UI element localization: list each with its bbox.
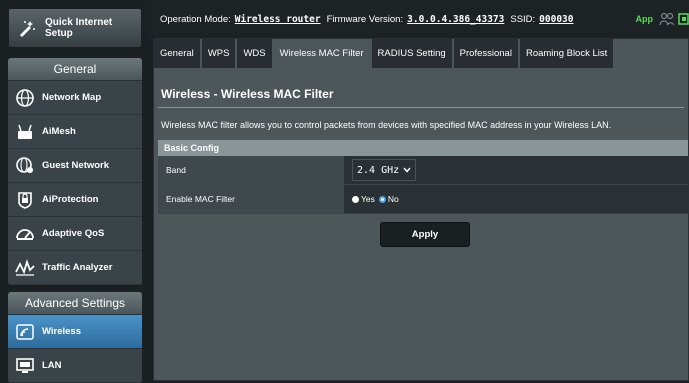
sidebar-item-traffic-analyzer[interactable]: Traffic Analyzer	[8, 251, 142, 285]
mac-filter-row: Enable MAC Filter Yes No	[158, 185, 688, 214]
sidebar-item-label: Wireless	[42, 326, 81, 337]
gauge-icon	[14, 223, 36, 245]
analyzer-icon	[14, 257, 36, 279]
advanced-header: Advanced Settings	[8, 292, 142, 315]
tab-wps[interactable]: WPS	[201, 39, 238, 68]
app-link[interactable]: App	[636, 14, 654, 24]
radio-unselected-icon	[352, 195, 359, 203]
ssid-link[interactable]: 000030	[539, 14, 573, 25]
radio-selected-icon	[378, 195, 386, 203]
usb-icon[interactable]	[677, 12, 689, 31]
page-description: Wireless MAC filter allows you to contro…	[161, 120, 612, 130]
apply-button[interactable]: Apply	[380, 222, 470, 247]
tab-bar: General WPS WDS Wireless MAC Filter RADI…	[154, 39, 616, 68]
firmware-link[interactable]: 3.0.0.4.386_43373	[407, 14, 504, 25]
tab-wds[interactable]: WDS	[237, 39, 274, 68]
basic-config-table: Basic Config Band 2.4 GHz Enable MAC Fil…	[158, 140, 688, 214]
sidebar-item-adaptive-qos[interactable]: Adaptive QoS	[8, 217, 142, 251]
quick-internet-setup-button[interactable]: Quick Internet Setup	[8, 8, 142, 48]
sidebar-item-label: Adaptive QoS	[42, 228, 105, 239]
tab-roaming-block-list[interactable]: Roaming Block List	[519, 39, 616, 68]
guest-globe-icon	[14, 155, 36, 177]
quick-internet-setup-label: Quick Internet Setup	[45, 17, 113, 39]
sidebar-item-label: Network Map	[42, 92, 102, 103]
wifi-icon	[14, 321, 36, 343]
status-bar: Operation Mode: Wireless router Firmware…	[148, 0, 689, 38]
sidebar-item-label: AiMesh	[42, 126, 76, 137]
sidebar-item-label: Traffic Analyzer	[42, 262, 113, 273]
sidebar: Quick Internet Setup General Network Map…	[0, 0, 148, 383]
basic-config-header: Basic Config	[158, 140, 688, 156]
monitor-icon	[14, 355, 36, 377]
globe-icon	[14, 87, 36, 109]
tab-radius-setting[interactable]: RADIUS Setting	[371, 39, 454, 68]
main-content: General WPS WDS Wireless MAC Filter RADI…	[153, 38, 689, 381]
firmware-label: Firmware Version:	[326, 13, 404, 25]
mac-filter-yes-radio[interactable]: Yes	[352, 194, 375, 204]
band-select-value: 2.4 GHz	[357, 164, 400, 176]
band-label: Band	[158, 156, 344, 184]
mac-filter-no-radio[interactable]: No	[378, 194, 399, 204]
wand-icon	[17, 18, 37, 38]
tab-professional[interactable]: Professional	[453, 39, 520, 68]
sidebar-item-wireless[interactable]: Wireless	[8, 315, 142, 349]
users-icon[interactable]	[659, 12, 675, 31]
ssid-label: SSID:	[510, 13, 536, 25]
sidebar-item-label: LAN	[42, 360, 62, 371]
band-select[interactable]: 2.4 GHz	[352, 159, 417, 181]
sidebar-item-aimesh[interactable]: AiMesh	[8, 115, 142, 149]
sidebar-item-network-map[interactable]: Network Map	[8, 81, 142, 115]
general-panel: General Network Map AiMesh Guest Network…	[8, 58, 142, 285]
yes-label: Yes	[361, 194, 375, 204]
page-title: Wireless - Wireless MAC Filter	[161, 87, 334, 101]
no-label: No	[387, 194, 399, 204]
tab-general[interactable]: General	[154, 39, 202, 68]
lock-icon	[14, 189, 36, 211]
op-mode-label: Operation Mode:	[160, 13, 231, 25]
tab-wireless-mac-filter[interactable]: Wireless MAC Filter	[273, 39, 372, 68]
sidebar-item-guest-network[interactable]: Guest Network	[8, 149, 142, 183]
mac-filter-label: Enable MAC Filter	[158, 185, 344, 213]
chevron-down-icon	[403, 167, 411, 173]
op-mode-link[interactable]: Wireless router	[235, 14, 321, 25]
band-row: Band 2.4 GHz	[158, 156, 688, 185]
sidebar-item-aiprotection[interactable]: AiProtection	[8, 183, 142, 217]
advanced-panel: Advanced Settings Wireless LAN	[8, 292, 142, 383]
title-divider	[158, 107, 684, 108]
general-header: General	[8, 58, 142, 81]
sidebar-item-lan[interactable]: LAN	[8, 349, 142, 383]
sidebar-item-label: Guest Network	[42, 160, 110, 171]
sidebar-item-label: AiProtection	[42, 194, 99, 205]
router-icon	[14, 121, 36, 143]
